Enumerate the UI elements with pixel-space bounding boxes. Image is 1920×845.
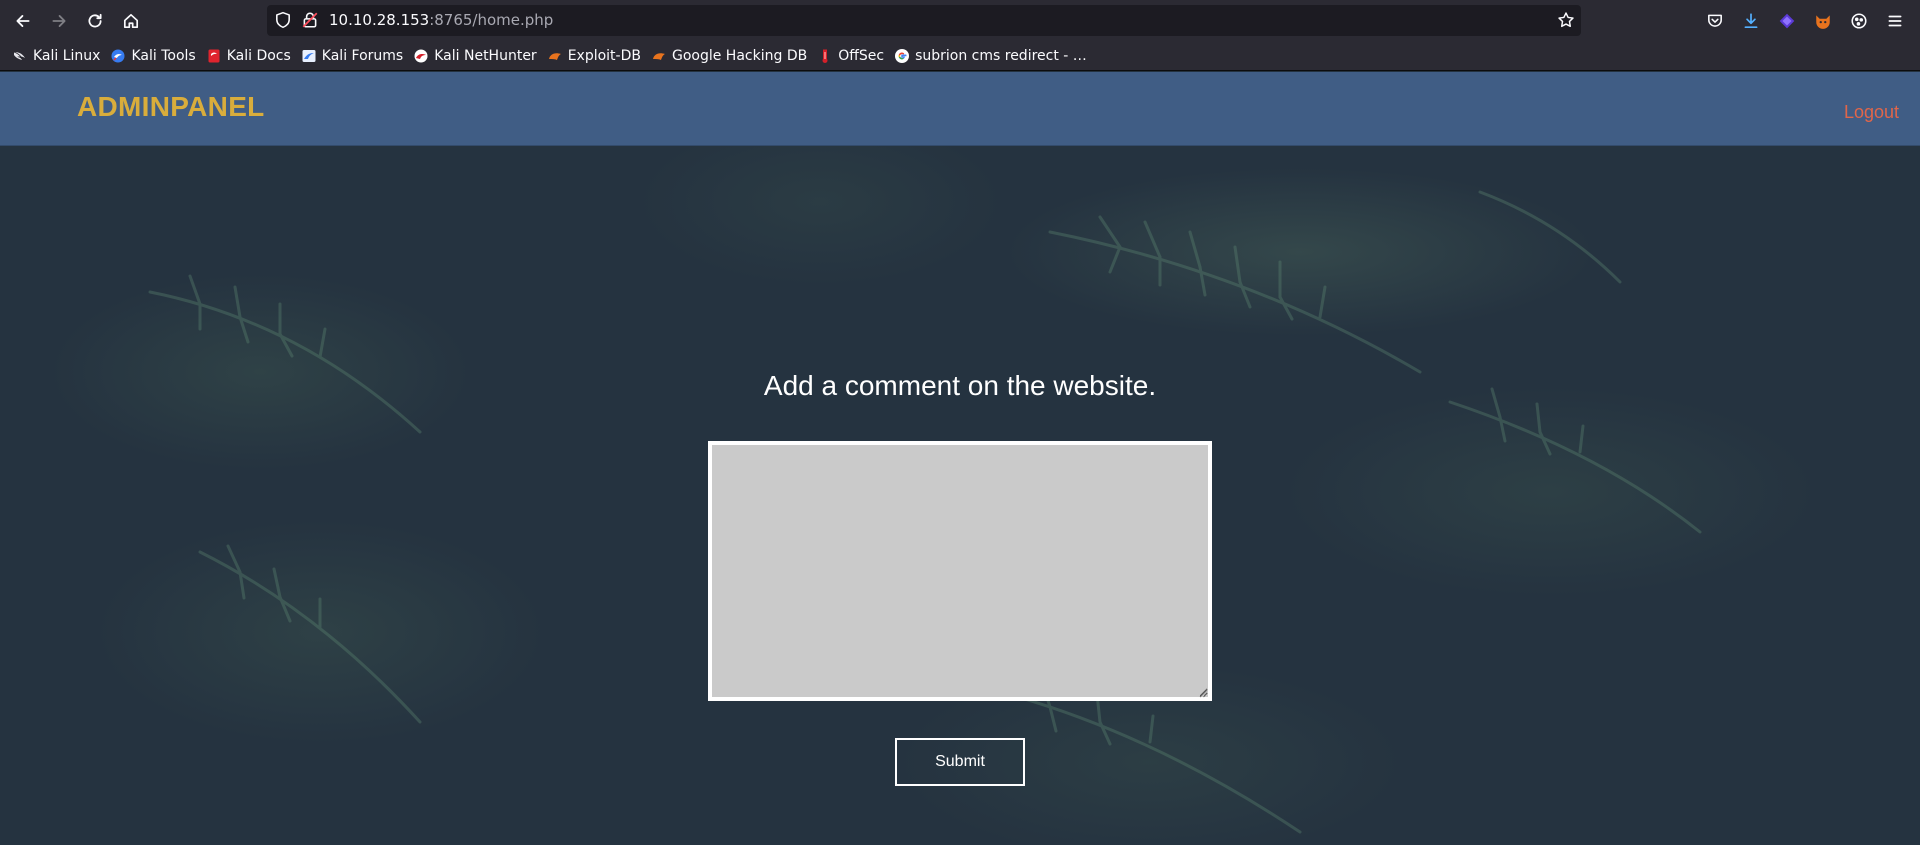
- home-button[interactable]: [115, 6, 147, 35]
- cookie-icon: [1851, 12, 1867, 29]
- purple-diamond-extension-icon: [1779, 13, 1795, 28]
- bookmark-subrion-cms-redirect[interactable]: subrion cms redirect - …: [891, 44, 1094, 68]
- bookmark-kali-forums[interactable]: Kali Forums: [298, 44, 410, 68]
- reload-icon: [88, 13, 102, 27]
- bookmark-label: Kali Tools: [131, 48, 196, 64]
- brand-title: ADMINPANEL: [77, 91, 265, 122]
- resize-grip-icon[interactable]: [1197, 687, 1208, 698]
- bookmark-label: Exploit-DB: [567, 48, 641, 64]
- hamburger-menu-icon: [1888, 15, 1902, 26]
- url-path: :8765/home.php: [429, 11, 554, 29]
- bookmark-exploit-db[interactable]: Exploit-DB: [544, 44, 648, 68]
- offsec-icon: [822, 49, 828, 63]
- browser-nav-toolbar: 10.10.28.153:8765/home.php: [0, 0, 1920, 41]
- shield-icon[interactable]: [274, 11, 292, 29]
- bookmark-star-icon[interactable]: [1557, 11, 1575, 29]
- kali-docs-icon: [208, 49, 220, 63]
- bookmark-kali-tools[interactable]: Kali Tools: [107, 44, 202, 68]
- url-host: 10.10.28.153: [329, 11, 430, 29]
- bookmark-offsec[interactable]: OffSec: [814, 44, 891, 68]
- bookmark-label: Kali Forums: [321, 48, 404, 64]
- bookmarks-toolbar: Kali Linux Kali Tools Kali Docs Kali For…: [0, 41, 1920, 71]
- kali-nethunter-icon: [414, 49, 428, 63]
- downloads-button[interactable]: [1735, 6, 1767, 35]
- kali-dragon-icon: [13, 51, 25, 60]
- url-text[interactable]: 10.10.28.153:8765/home.php: [329, 11, 553, 30]
- bookmark-kali-linux[interactable]: Kali Linux: [9, 44, 107, 68]
- comment-heading: Add a comment on the website.: [763, 370, 1157, 401]
- back-button[interactable]: [7, 6, 39, 35]
- site-header: ADMINPANEL Logout: [0, 72, 1920, 146]
- extension-3-button[interactable]: [1843, 6, 1875, 35]
- kali-tools-icon: [111, 49, 125, 63]
- exploit-db-icon: [548, 53, 561, 60]
- extension-1-button[interactable]: [1771, 6, 1803, 35]
- download-icon: [1744, 12, 1758, 28]
- logout-link[interactable]: Logout: [1844, 102, 1899, 123]
- bookmark-kali-nethunter[interactable]: Kali NetHunter: [410, 44, 543, 68]
- bookmark-kali-docs[interactable]: Kali Docs: [203, 44, 298, 68]
- kali-forums-icon: [302, 50, 316, 62]
- insecure-lock-icon[interactable]: [301, 11, 319, 29]
- arrow-left-icon: [16, 14, 30, 27]
- comment-textarea[interactable]: [708, 441, 1212, 701]
- bookmark-label: subrion cms redirect - …: [915, 48, 1087, 64]
- pocket-icon: [1708, 14, 1722, 27]
- app-menu-button[interactable]: [1879, 6, 1911, 35]
- bookmark-label: Kali Docs: [226, 48, 291, 64]
- bookmark-label: OffSec: [838, 48, 885, 64]
- bookmark-label: Google Hacking DB: [671, 48, 808, 64]
- bookmark-google-hacking-db[interactable]: Google Hacking DB: [648, 44, 814, 68]
- forward-button[interactable]: [43, 6, 75, 35]
- ghdb-icon: [652, 53, 665, 60]
- google-icon: [895, 49, 910, 63]
- bookmark-label: Kali Linux: [33, 48, 101, 64]
- arrow-right-icon: [52, 14, 66, 27]
- page-viewport: ADMINPANEL Logout Add a comment on the w…: [0, 72, 1920, 845]
- bookmark-label: Kali NetHunter: [434, 48, 537, 64]
- foxyproxy-icon: [1816, 14, 1830, 29]
- submit-button[interactable]: Submit: [895, 738, 1025, 786]
- home-icon: [123, 13, 139, 28]
- pocket-button[interactable]: [1699, 6, 1731, 35]
- reload-button[interactable]: [79, 6, 111, 35]
- url-bar[interactable]: 10.10.28.153:8765/home.php: [267, 5, 1581, 36]
- extension-2-button[interactable]: [1807, 6, 1839, 35]
